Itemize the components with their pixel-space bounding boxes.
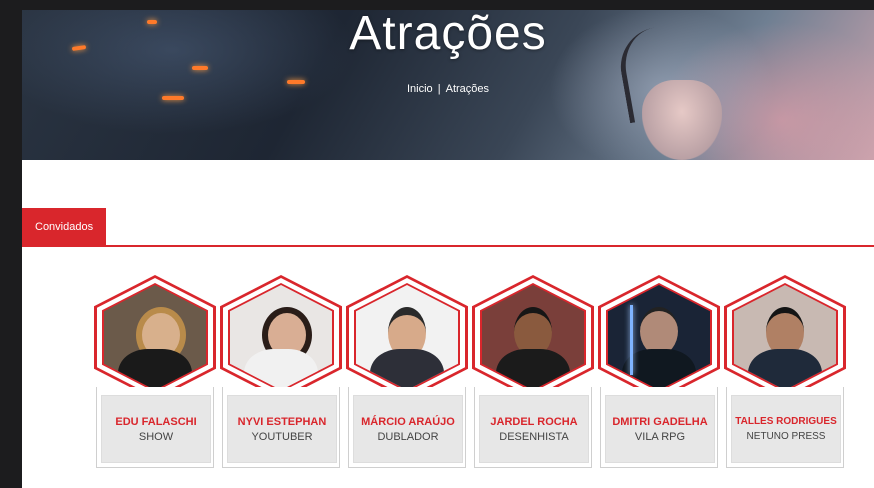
lightsaber: [630, 305, 633, 375]
guest-card[interactable]: NYVI ESTEPHAN YOUTUBER: [220, 275, 342, 470]
tab-underline: [22, 245, 874, 247]
guest-card[interactable]: TALLES RODRIGUES NETUNO PRESS: [724, 275, 846, 470]
plate-inner: MÁRCIO ARAÚJO DUBLADOR: [353, 395, 463, 463]
breadcrumb: Inicio | Atrações: [22, 83, 874, 95]
breadcrumb-separator: |: [437, 83, 441, 95]
tab-convidados[interactable]: Convidados: [22, 208, 107, 247]
guest-plate: MÁRCIO ARAÚJO DUBLADOR: [348, 387, 466, 468]
plate-inner: TALLES RODRIGUES NETUNO PRESS: [731, 395, 841, 463]
guest-name: NYVI ESTEPHAN: [237, 416, 327, 428]
hero-banner: Atrações Inicio | Atrações: [22, 10, 874, 160]
guest-card[interactable]: DMITRI GADELHA VILA RPG: [598, 275, 720, 470]
guest-card[interactable]: JARDEL ROCHA DESENHISTA: [472, 275, 594, 470]
guest-card[interactable]: EDU FALASCHI SHOW: [94, 275, 216, 470]
guest-name: JARDEL ROCHA: [490, 416, 578, 428]
plate-inner: JARDEL ROCHA DESENHISTA: [479, 395, 589, 463]
guest-name: TALLES RODRIGUES: [735, 416, 837, 427]
guest-plate: TALLES RODRIGUES NETUNO PRESS: [726, 387, 844, 468]
guest-role: DESENHISTA: [499, 431, 569, 443]
breadcrumb-current: Atrações: [445, 83, 490, 95]
ember-spark: [162, 96, 184, 100]
photo-head: [640, 307, 678, 355]
guest-plate: EDU FALASCHI SHOW: [96, 387, 214, 468]
guest-role: SHOW: [138, 431, 174, 443]
plate-inner: NYVI ESTEPHAN YOUTUBER: [227, 395, 337, 463]
breadcrumb-home-link[interactable]: Inicio: [407, 83, 433, 95]
guest-role: YOUTUBER: [251, 431, 313, 443]
plate-inner: EDU FALASCHI SHOW: [101, 395, 211, 463]
page-title: Atrações: [349, 10, 547, 60]
guest-plate: NYVI ESTEPHAN YOUTUBER: [222, 387, 340, 468]
guest-role: NETUNO PRESS: [746, 431, 826, 442]
plate-inner: DMITRI GADELHA VILA RPG: [605, 395, 715, 463]
guest-plate: DMITRI GADELHA VILA RPG: [600, 387, 718, 468]
guest-card[interactable]: MÁRCIO ARAÚJO DUBLADOR: [346, 275, 468, 470]
guest-role: DUBLADOR: [377, 431, 439, 443]
guest-name: EDU FALASCHI: [115, 416, 197, 428]
guest-plate: JARDEL ROCHA DESENHISTA: [474, 387, 592, 468]
guest-name: DMITRI GADELHA: [612, 416, 708, 428]
guest-name: MÁRCIO ARAÚJO: [361, 416, 455, 428]
ember-spark: [192, 66, 208, 70]
page-frame: Atrações Inicio | Atrações Convidados ED…: [22, 10, 874, 488]
guest-role: VILA RPG: [634, 431, 686, 443]
